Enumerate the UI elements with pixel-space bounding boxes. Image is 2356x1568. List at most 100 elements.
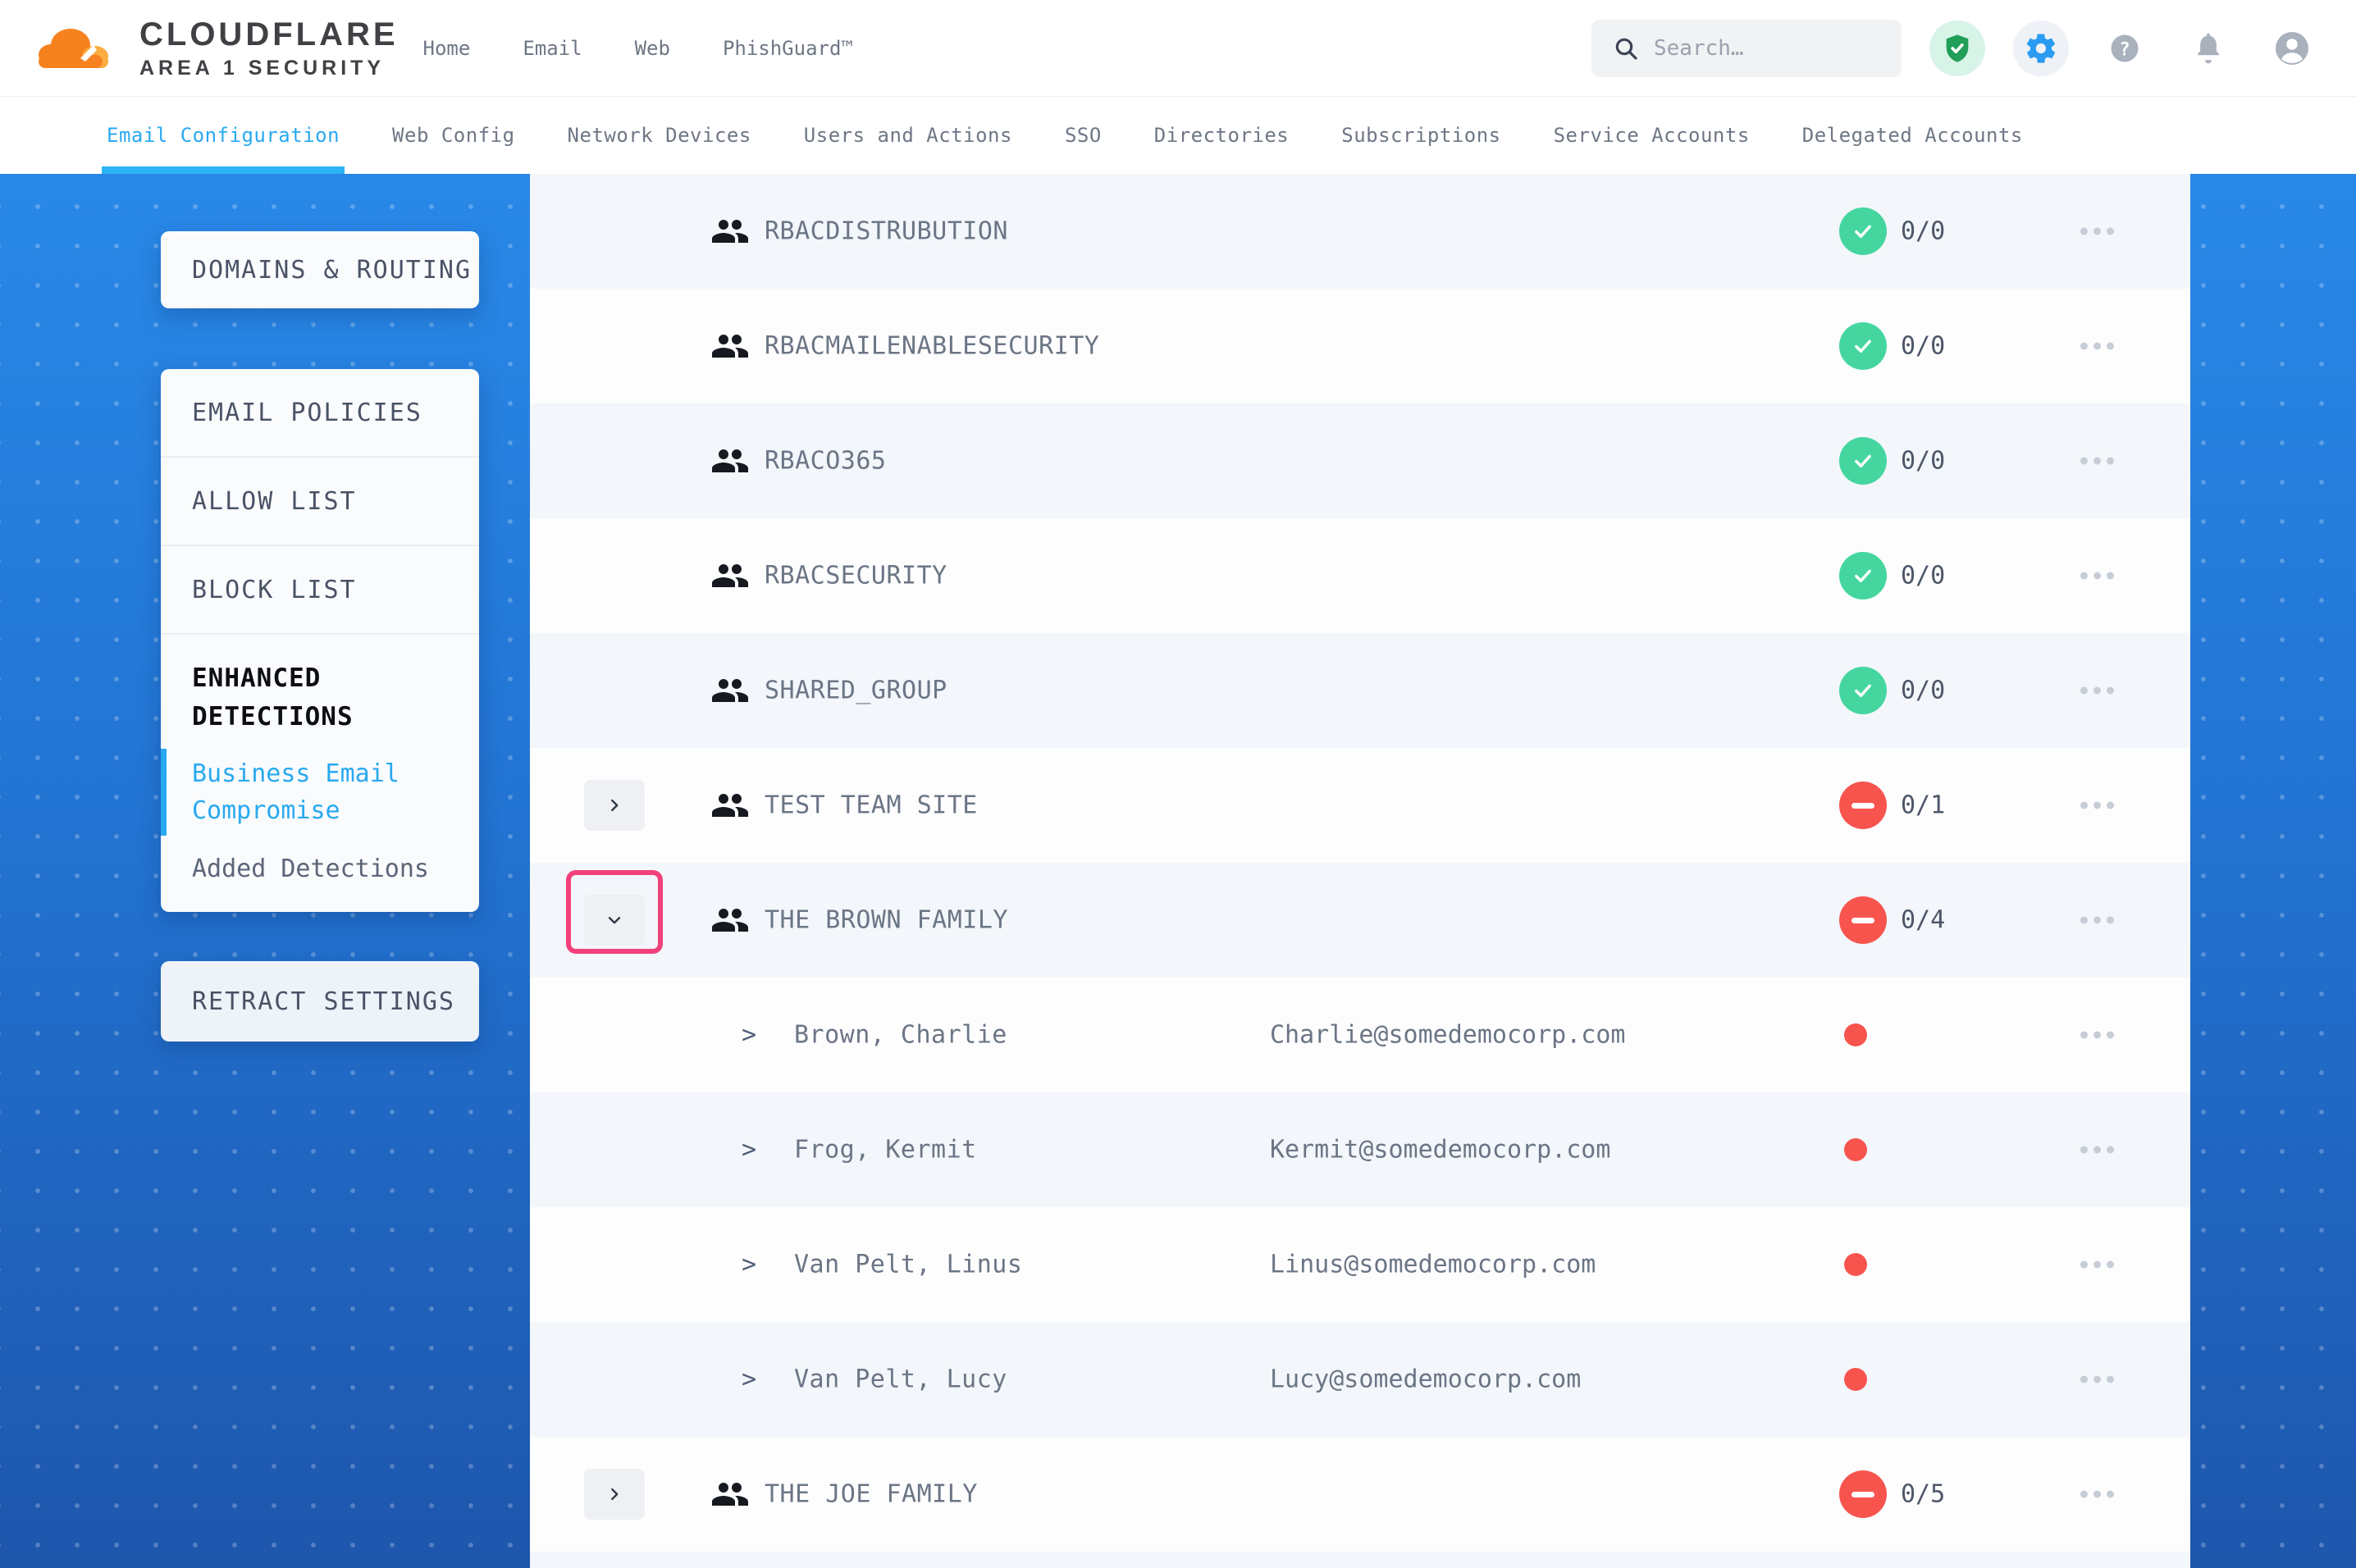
tab-service-accounts[interactable]: Service Accounts: [1554, 97, 1750, 174]
group-people-icon: [710, 441, 750, 481]
table-row: > THE JOE FAMILY 0/5: [530, 1437, 2190, 1552]
sidebar-item-allow-list[interactable]: ALLOW LIST: [161, 458, 479, 546]
status-icon: [1839, 896, 1887, 944]
table-row: > RBACSECURITY 0/0: [530, 518, 2190, 633]
row-menu-button[interactable]: [2077, 564, 2117, 588]
help-button[interactable]: ?: [2097, 21, 2153, 76]
row-menu-button[interactable]: [2077, 335, 2117, 358]
status-icon: [1839, 207, 1887, 255]
status-icon: [1839, 1470, 1887, 1518]
group-people-icon: [710, 326, 750, 366]
status-count: 0/0: [1901, 447, 1945, 476]
row-menu-button[interactable]: [2077, 679, 2117, 703]
help-icon: ?: [2107, 30, 2143, 66]
table-row: > Frog, Kermit Kermit@somedemocorp.com: [530, 1092, 2190, 1207]
user-avatar-icon: [2272, 29, 2312, 68]
status-dot: [1844, 1023, 1867, 1046]
search-box[interactable]: [1591, 20, 1902, 77]
row-name: RBACO365: [765, 447, 887, 476]
brand-text: CLOUDFLARE AREA 1 SECURITY: [139, 16, 399, 80]
notifications-button[interactable]: [2180, 21, 2236, 76]
topbar-right: ?: [1591, 20, 2320, 77]
row-menu-button[interactable]: [2077, 1483, 2117, 1506]
account-button[interactable]: [2264, 21, 2320, 76]
table-row: > Brown, Charlie Charlie@somedemocorp.co…: [530, 978, 2190, 1092]
member-chevron-icon: >: [742, 1021, 756, 1050]
row-menu-button[interactable]: [2077, 794, 2117, 818]
status-dot: [1844, 1368, 1867, 1391]
sidebar-item-added-detections[interactable]: Added Detections: [161, 850, 479, 887]
row-name: RBACMAILENABLESECURITY: [765, 332, 1099, 361]
search-input[interactable]: [1654, 36, 1867, 61]
table-row: > RBACDISTRUBUTION 0/0: [530, 174, 2190, 289]
member-chevron-icon: >: [742, 1365, 756, 1394]
row-email: Kermit@somedemocorp.com: [1270, 1136, 1610, 1165]
row-name: SHARED_GROUP: [765, 677, 947, 705]
row-name: RBACSECURITY: [765, 562, 947, 590]
group-people-icon: [710, 786, 750, 825]
group-people-icon: [710, 1475, 750, 1514]
tab-users-and-actions[interactable]: Users and Actions: [804, 97, 1012, 174]
shield-check-icon: [1941, 32, 1974, 65]
sidebar-item-retract-settings[interactable]: RETRACT SETTINGS: [161, 961, 479, 1042]
table-row: > RBACO365 0/0: [530, 403, 2190, 518]
status-count: 0/4: [1901, 906, 1945, 935]
settings-button[interactable]: [2013, 21, 2069, 76]
tab-directories[interactable]: Directories: [1154, 97, 1289, 174]
row-name: Van Pelt, Lucy: [794, 1365, 1007, 1394]
topbar: CLOUDFLARE AREA 1 SECURITY Home Email Web P…: [0, 0, 2356, 97]
tab-web-config[interactable]: Web Config: [392, 97, 515, 174]
chevron-right-icon: [605, 796, 623, 814]
expand-toggle-button[interactable]: [584, 780, 645, 831]
row-menu-button[interactable]: [2077, 1368, 2117, 1392]
brand-logo: CLOUDFLARE AREA 1 SECURITY: [34, 16, 399, 80]
check-icon: [1851, 449, 1875, 473]
svg-text:?: ?: [2119, 39, 2130, 60]
row-menu-button[interactable]: [2077, 449, 2117, 473]
expand-toggle-button[interactable]: [584, 895, 645, 946]
groups-table: > RBACDISTRUBUTION 0/0 > RBACMAILENABLES…: [530, 174, 2190, 1568]
content-area: DOMAINS & ROUTING EMAIL POLICIESALLOW LI…: [0, 174, 2356, 1568]
protection-status-button[interactable]: [1929, 21, 1985, 76]
row-menu-button[interactable]: [2077, 1138, 2117, 1162]
primary-nav: Home Email Web PhishGuard™: [423, 37, 853, 60]
sidebar-item-email-policies[interactable]: EMAIL POLICIES: [161, 369, 479, 458]
row-menu-button[interactable]: [2077, 220, 2117, 244]
member-chevron-icon: >: [742, 1136, 756, 1165]
row-email: Lucy@somedemocorp.com: [1270, 1365, 1581, 1394]
row-name: Van Pelt, Linus: [794, 1251, 1022, 1279]
nav-item[interactable]: Email: [523, 37, 582, 60]
status-icon: [1839, 322, 1887, 370]
status-icon: [1839, 437, 1887, 485]
tab-sso[interactable]: SSO: [1065, 97, 1102, 174]
nav-item[interactable]: PhishGuard™: [723, 37, 853, 60]
sidebar-item-business-email-compromise[interactable]: Business Email Compromise: [161, 755, 479, 829]
minus-icon: [1851, 1492, 1874, 1497]
tab-email-configuration[interactable]: Email Configuration: [107, 97, 340, 174]
status-count: 0/5: [1901, 1480, 1945, 1509]
table-row: > Van Pelt, Lucy Lucy@somedemocorp.com: [530, 1322, 2190, 1437]
expand-toggle-button[interactable]: [584, 1469, 645, 1520]
nav-item[interactable]: Home: [423, 37, 471, 60]
tab-delegated-accounts[interactable]: Delegated Accounts: [1802, 97, 2023, 174]
nav-item[interactable]: Web: [635, 37, 670, 60]
chevron-right-icon: [605, 1485, 623, 1503]
row-menu-button[interactable]: [2077, 909, 2117, 932]
status-icon: [1839, 782, 1887, 829]
status-count: 0/0: [1901, 332, 1945, 361]
table-row: > RBACMAILENABLESECURITY 0/0: [530, 289, 2190, 403]
sidebar-item-block-list[interactable]: BLOCK LIST: [161, 546, 479, 635]
member-chevron-icon: >: [742, 1251, 756, 1279]
tab-subscriptions[interactable]: Subscriptions: [1341, 97, 1500, 174]
sidebar-item-domains-routing[interactable]: DOMAINS & ROUTING: [161, 231, 479, 308]
minus-icon: [1851, 803, 1874, 809]
bell-icon: [2190, 30, 2226, 66]
table-row: > THE BROWN FAMILY 0/4: [530, 863, 2190, 978]
row-menu-button[interactable]: [2077, 1253, 2117, 1277]
table-row: > Van Pelt, Linus Linus@somedemocorp.com: [530, 1207, 2190, 1322]
tab-network-devices[interactable]: Network Devices: [568, 97, 751, 174]
check-icon: [1851, 678, 1875, 703]
table-row: > SHARED_GROUP 0/0: [530, 633, 2190, 748]
domains-routing-label: DOMAINS & ROUTING: [192, 256, 472, 285]
row-menu-button[interactable]: [2077, 1023, 2117, 1047]
